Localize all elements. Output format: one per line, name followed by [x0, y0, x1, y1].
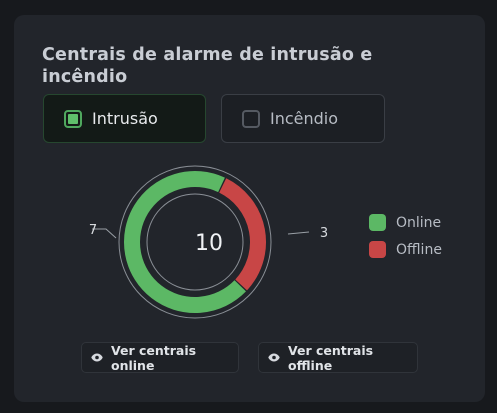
- legend-offline-swatch: [369, 241, 386, 258]
- eye-icon: [91, 353, 103, 362]
- view-offline-button[interactable]: Ver centrais offline: [258, 342, 418, 373]
- offline-leader-line: [287, 231, 310, 235]
- offline-slice: [218, 178, 266, 291]
- legend-offline-label: Offline: [396, 241, 442, 258]
- eye-icon: [268, 353, 280, 362]
- view-online-button[interactable]: Ver centrais online: [81, 342, 239, 373]
- view-online-label: Ver centrais online: [111, 342, 197, 373]
- offline-count-label: 3: [320, 226, 328, 241]
- online-count-label: 7: [89, 223, 97, 238]
- donut-total-value: 10: [195, 231, 223, 256]
- legend-online-label: Online: [396, 214, 442, 231]
- online-slice: [124, 171, 246, 313]
- view-offline-label: Ver centrais offline: [288, 342, 374, 373]
- legend-offline: Offline: [369, 241, 442, 258]
- legend-online-swatch: [369, 214, 386, 231]
- alarm-panels-card: Centrais de alarme de intrusão e incêndi…: [14, 15, 485, 402]
- legend-online: Online: [369, 214, 441, 231]
